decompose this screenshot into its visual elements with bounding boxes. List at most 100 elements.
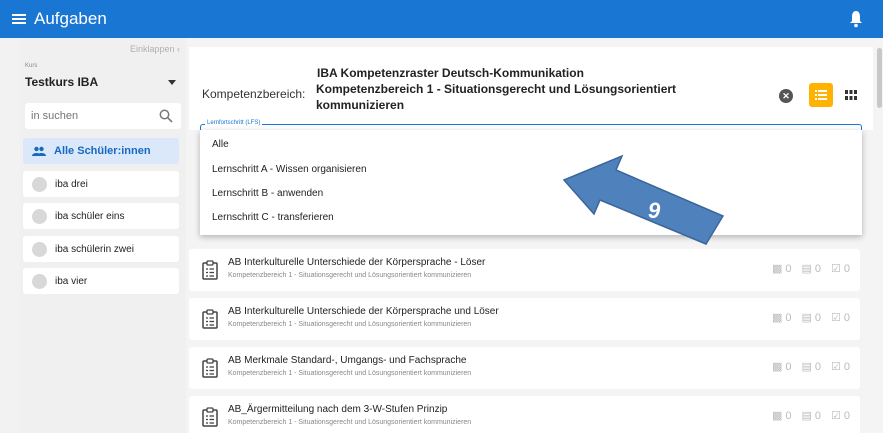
stat-value: 0 (843, 360, 850, 373)
app-bar: Aufgaben (0, 0, 883, 38)
course-label: Kurs (25, 63, 38, 69)
upload-icon: ▩ (771, 263, 783, 275)
stat-value: 0 (814, 262, 821, 275)
task-title: AB Merkmale Standard-, Umgangs- und Fach… (228, 355, 467, 366)
clipboard-icon (202, 260, 218, 280)
upload-icon: ▩ (771, 361, 783, 373)
grid-view-button[interactable] (839, 83, 863, 107)
stat-done: ☑ 0 (831, 360, 850, 374)
task-stats: ▩ 0 ▤ 0 ☑ 0 (771, 409, 850, 423)
task-subtitle: Kompetenzbereich 1 - Situationsgerecht u… (228, 321, 472, 328)
task-title: AB Interkulturelle Unterschiede der Körp… (228, 257, 486, 268)
upload-icon: ▩ (771, 410, 783, 422)
scrollbar-thumb[interactable] (877, 48, 882, 108)
document-icon: ▤ (801, 263, 812, 275)
task-stats: ▩ 0 ▤ 0 ☑ 0 (771, 311, 850, 325)
collapse-button[interactable]: Einklappen ‹ (130, 44, 180, 54)
stat-open: ▩ 0 (771, 311, 792, 325)
kb-title-line: kommunizieren (316, 98, 405, 112)
upload-icon: ▩ (771, 312, 783, 324)
stat-value: 0 (843, 262, 850, 275)
task-subtitle: Kompetenzbereich 1 - Situationsgerecht u… (228, 370, 472, 377)
check-icon: ☑ (831, 361, 841, 373)
course-select[interactable]: Testkurs IBA (25, 75, 98, 89)
clear-icon[interactable]: ✕ (779, 89, 793, 103)
student-item-all[interactable]: Alle Schüler:innen (23, 138, 179, 164)
stat-submitted: ▤ 0 (801, 409, 821, 423)
student-search[interactable] (25, 103, 181, 129)
filter-header: Kompetenzbereich: IBA Kompetenzraster De… (189, 47, 873, 130)
check-icon: ☑ (831, 410, 841, 422)
stat-open: ▩ 0 (771, 409, 792, 423)
task-stats: ▩ 0 ▤ 0 ☑ 0 (771, 262, 850, 276)
document-icon: ▤ (801, 312, 812, 324)
avatar (32, 241, 47, 257)
task-card[interactable]: AB_Ärgermitteilung nach dem 3-W-Stufen P… (189, 396, 860, 433)
student-label: iba schüler eins (55, 210, 125, 222)
student-item[interactable]: iba drei (23, 171, 179, 197)
kb-title-line: Kompetenzbereich 1 - Situationsgerecht u… (316, 82, 677, 96)
stat-value: 0 (843, 311, 850, 324)
stat-value: 0 (785, 262, 792, 275)
stat-value: 0 (785, 360, 792, 373)
scrollbar[interactable] (876, 38, 883, 433)
task-stats: ▩ 0 ▤ 0 ☑ 0 (771, 360, 850, 374)
stat-value: 0 (814, 409, 821, 422)
avatar (32, 176, 47, 192)
lernfortschritt-dropdown: Alle Lernschritt A - Wissen organisieren… (200, 130, 862, 235)
check-icon: ☑ (831, 263, 841, 275)
stat-value: 0 (814, 360, 821, 373)
task-card[interactable]: AB Interkulturelle Unterschiede der Körp… (189, 298, 860, 340)
kompetenzbereich-title: IBA Kompetenzraster Deutsch-Kommunikatio… (316, 65, 736, 113)
student-label: iba schülerin zwei (55, 243, 134, 255)
task-title: AB_Ärgermitteilung nach dem 3-W-Stufen P… (228, 404, 448, 415)
task-subtitle: Kompetenzbereich 1 - Situationsgerecht u… (228, 419, 472, 426)
collapse-label: Einklappen (129, 44, 175, 54)
list-icon (815, 90, 827, 100)
student-sidebar: Einklappen ‹ Kurs Testkurs IBA Alle Schü… (20, 38, 186, 433)
annotation-arrow: 9 (562, 154, 725, 245)
stat-submitted: ▤ 0 (801, 262, 821, 276)
clipboard-icon (202, 309, 218, 329)
dropdown-option[interactable]: Lernschritt C - transferieren (212, 212, 334, 223)
stat-done: ☑ 0 (831, 262, 850, 276)
main-content: Kompetenzbereich: IBA Kompetenzraster De… (186, 38, 876, 433)
chevron-down-icon[interactable] (168, 80, 176, 85)
stat-done: ☑ 0 (831, 409, 850, 423)
kompetenzbereich-label: Kompetenzbereich: (202, 87, 306, 101)
document-icon: ▤ (801, 410, 812, 422)
stat-submitted: ▤ 0 (801, 311, 821, 325)
grid-icon (845, 90, 857, 100)
student-label: iba vier (55, 275, 88, 287)
stat-value: 0 (785, 409, 792, 422)
student-label: iba drei (55, 178, 88, 190)
group-icon (32, 146, 46, 156)
stat-done: ☑ 0 (831, 311, 850, 325)
stat-open: ▩ 0 (771, 360, 792, 374)
search-input[interactable] (31, 110, 151, 122)
stat-submitted: ▤ 0 (801, 360, 821, 374)
stat-value: 0 (843, 409, 850, 422)
list-view-button[interactable] (809, 83, 833, 107)
dropdown-option[interactable]: Lernschritt B - anwenden (212, 188, 323, 199)
task-title: AB Interkulturelle Unterschiede der Körp… (228, 306, 499, 317)
dropdown-option[interactable]: Lernschritt A - Wissen organisieren (212, 164, 367, 175)
lernfortschritt-label: Lernfortschritt (LFS) (205, 120, 263, 126)
student-item[interactable]: iba schüler eins (23, 203, 179, 229)
app-title: Aufgaben (34, 9, 107, 28)
annotation-number: 9 (648, 198, 661, 223)
stat-value: 0 (814, 311, 821, 324)
avatar (32, 273, 47, 289)
search-icon[interactable] (159, 109, 173, 123)
student-label: Alle Schüler:innen (54, 145, 151, 157)
student-item[interactable]: iba vier (23, 268, 179, 294)
bell-icon[interactable] (849, 10, 863, 28)
stat-open: ▩ 0 (771, 262, 792, 276)
task-card[interactable]: AB Interkulturelle Unterschiede der Körp… (189, 249, 860, 291)
student-item[interactable]: iba schülerin zwei (23, 236, 179, 262)
hamburger-icon[interactable] (0, 0, 38, 38)
dropdown-option[interactable]: Alle (212, 139, 229, 150)
kb-title-line: IBA Kompetenzraster Deutsch-Kommunikatio… (317, 66, 584, 80)
document-icon: ▤ (801, 361, 812, 373)
task-card[interactable]: AB Merkmale Standard-, Umgangs- und Fach… (189, 347, 860, 389)
